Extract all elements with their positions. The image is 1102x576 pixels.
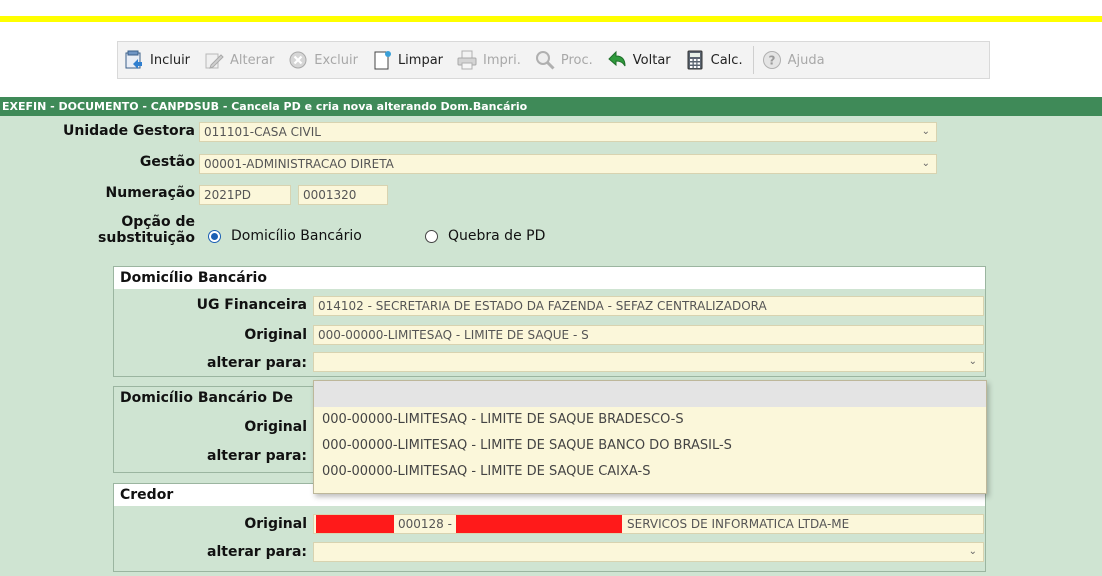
svg-text:?: ? xyxy=(768,54,775,68)
alterar-button[interactable]: Alterar xyxy=(198,45,280,75)
voltar-button[interactable]: Voltar xyxy=(601,45,677,75)
opcao-substituicao-label: Opção de substituição xyxy=(40,214,195,246)
alterar-para-dropdown-list: 000-00000-LIMITESAQ - LIMITE DE SAQUE BR… xyxy=(313,380,987,494)
credor-alterar-label: alterar para: xyxy=(207,544,307,560)
opcao-label-line1: Opção de xyxy=(121,214,195,230)
back-arrow-icon xyxy=(605,48,629,72)
numeracao-numero-field[interactable]: 0001320 xyxy=(298,185,388,205)
limpar-button[interactable]: Limpar xyxy=(366,45,449,75)
redaction-block xyxy=(456,515,622,533)
credor-original-label: Original xyxy=(244,516,307,532)
ug-financeira-field: 014102 - SECRETARIA DE ESTADO DA FAZENDA… xyxy=(313,296,984,316)
yellow-accent-stripe xyxy=(0,16,1102,22)
opcao-label-line2: substituição xyxy=(98,230,195,246)
calculator-icon xyxy=(683,48,707,72)
dropdown-option-caixa[interactable]: 000-00000-LIMITESAQ - LIMITE DE SAQUE CA… xyxy=(314,459,986,485)
calculadora-button[interactable]: Calc. xyxy=(679,45,749,75)
ajuda-label: Ajuda xyxy=(787,52,825,68)
credor-original-part1: 000128 - xyxy=(398,517,452,531)
dropdown-option-bradesco[interactable]: 000-00000-LIMITESAQ - LIMITE DE SAQUE BR… xyxy=(314,407,986,433)
chevron-down-icon: ⌄ xyxy=(921,126,930,137)
numeracao-label: Numeração xyxy=(105,185,195,201)
radio-selected-icon xyxy=(208,229,221,243)
delete-icon xyxy=(286,48,310,72)
domicilio-original-label: Original xyxy=(244,327,307,343)
printer-icon xyxy=(455,48,479,72)
chevron-down-icon: ⌄ xyxy=(968,356,977,367)
ajuda-button[interactable]: ? Ajuda xyxy=(756,45,831,75)
unidade-gestora-select[interactable]: 011101-CASA CIVIL ⌄ xyxy=(199,122,937,142)
gestao-select[interactable]: 00001-ADMINISTRACAO DIRETA ⌄ xyxy=(199,154,937,174)
dev-original-label: Original xyxy=(244,419,307,435)
chevron-down-icon: ⌄ xyxy=(921,158,930,169)
incluir-label: Incluir xyxy=(150,52,191,68)
excluir-label: Excluir xyxy=(314,52,358,68)
unidade-gestora-label: Unidade Gestora xyxy=(63,123,195,139)
gestao-label: Gestão xyxy=(139,154,195,170)
edit-icon xyxy=(202,48,226,72)
calculadora-label: Calc. xyxy=(710,52,743,68)
alterar-label: Alterar xyxy=(230,52,275,68)
domicilio-original-field: 000-00000-LIMITESAQ - LIMITE DE SAQUE - … xyxy=(313,325,984,345)
domicilio-alterar-select[interactable]: ⌄ xyxy=(313,352,984,372)
unidade-gestora-value: 011101-CASA CIVIL xyxy=(204,125,321,139)
procurar-button[interactable]: Proc. xyxy=(529,45,599,75)
radio-domicilio-bancario[interactable]: Domicílio Bancário xyxy=(208,228,362,244)
limpar-label: Limpar xyxy=(397,52,444,68)
gestao-value: 00001-ADMINISTRACAO DIRETA xyxy=(204,157,394,171)
toolbar-separator xyxy=(752,46,754,74)
dev-alterar-label: alterar para: xyxy=(207,448,307,464)
clear-document-icon xyxy=(370,48,394,72)
radio-quebra-label: Quebra de PD xyxy=(448,228,546,244)
radio-domicilio-label: Domicílio Bancário xyxy=(231,228,362,244)
top-bar xyxy=(0,0,1102,27)
credor-alterar-select[interactable]: ⌄ xyxy=(313,542,984,562)
voltar-label: Voltar xyxy=(632,52,671,68)
ug-financeira-label: UG Financeira xyxy=(196,297,307,313)
imprimir-label: Impri. xyxy=(483,52,521,68)
incluir-button[interactable]: Incluir xyxy=(118,45,196,75)
redaction-block xyxy=(316,515,394,533)
credor-original-part2: SERVICOS DE INFORMATICA LTDA-ME xyxy=(627,517,850,531)
radio-quebra-de-pd[interactable]: Quebra de PD xyxy=(425,228,545,244)
procurar-label: Proc. xyxy=(560,52,593,68)
domicilio-alterar-label: alterar para: xyxy=(207,355,307,371)
magnifier-icon xyxy=(533,48,557,72)
help-icon: ? xyxy=(760,48,784,72)
imprimir-button[interactable]: Impri. xyxy=(451,45,527,75)
dropdown-option-empty[interactable] xyxy=(314,381,986,407)
numeracao-ano-field[interactable]: 2021PD xyxy=(199,185,291,205)
page-title: EXEFIN - DOCUMENTO - CANPDSUB - Cancela … xyxy=(0,97,1102,116)
chevron-down-icon: ⌄ xyxy=(968,546,977,557)
dropdown-option-banco-do-brasil[interactable]: 000-00000-LIMITESAQ - LIMITE DE SAQUE BA… xyxy=(314,433,986,459)
add-document-icon xyxy=(122,48,146,72)
radio-unselected-icon xyxy=(425,229,438,243)
excluir-button[interactable]: Excluir xyxy=(282,45,364,75)
toolbar: Incluir Alterar Excluir Limpar Impri. Pr… xyxy=(117,41,990,79)
domicilio-bancario-title: Domicílio Bancário xyxy=(114,267,985,289)
